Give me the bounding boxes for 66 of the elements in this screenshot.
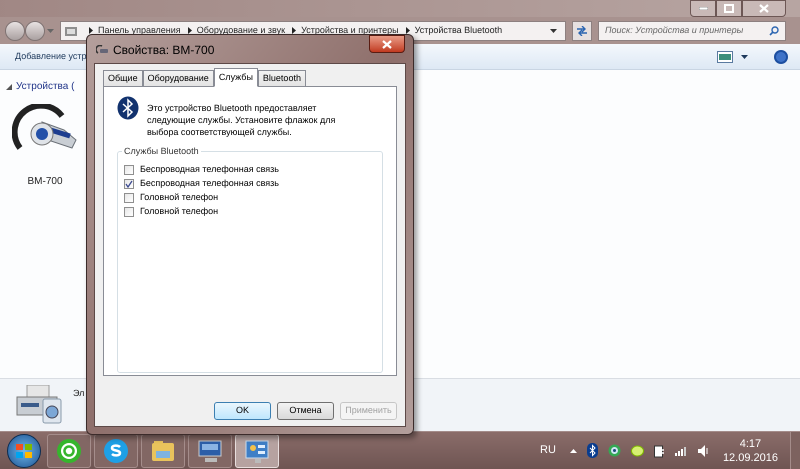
monitor-icon xyxy=(197,438,223,464)
clock-date[interactable]: 12.09.2016 xyxy=(722,450,778,464)
checkbox[interactable] xyxy=(124,207,134,217)
breadcrumb-link[interactable]: Панель управления xyxy=(98,24,181,38)
eye-icon[interactable] xyxy=(608,444,621,457)
dialog-button[interactable]: OK xyxy=(214,402,271,420)
tab[interactable]: Оборудование xyxy=(142,70,214,87)
caret-icon xyxy=(47,28,54,32)
forward-button[interactable] xyxy=(25,20,45,40)
back-button[interactable] xyxy=(5,20,25,40)
close-icon xyxy=(382,40,392,48)
windows-logo-icon xyxy=(16,444,32,458)
checkbox[interactable] xyxy=(124,165,134,175)
checkbox-label[interactable]: Головной телефон xyxy=(140,205,218,219)
view-icon[interactable] xyxy=(717,50,733,62)
dialog-title: Свойства: BM-700 xyxy=(113,42,214,59)
toolbar-button-label[interactable]: Добавление устр xyxy=(15,50,87,64)
description-text: Это устройство Bluetooth предоставляет следующие службы. Установите флажок для выбора соответствующей службы. xyxy=(147,102,336,138)
dialog-button[interactable]: Отмена xyxy=(277,402,334,420)
breadcrumb-link[interactable]: Устройства и принтеры xyxy=(301,24,399,38)
breadcrumb-link[interactable]: Устройства Bluetooth xyxy=(414,24,502,38)
restore-icon xyxy=(724,4,734,13)
restore-button[interactable] xyxy=(716,0,742,17)
device-icon xyxy=(96,45,108,55)
device-label[interactable]: Эл xyxy=(73,387,84,400)
chevron-icon[interactable] xyxy=(188,27,192,34)
taskbar-button[interactable] xyxy=(94,434,138,468)
clock-time[interactable]: 4:17 xyxy=(740,436,762,450)
bluetooth-icon xyxy=(117,96,139,120)
breadcrumb-link[interactable]: Оборудование и звук xyxy=(196,24,286,38)
close-button[interactable] xyxy=(369,35,405,53)
start-button[interactable] xyxy=(7,434,41,468)
refresh-button[interactable] xyxy=(572,20,592,40)
device-label[interactable]: BM-700 xyxy=(27,174,62,189)
search-icon xyxy=(769,26,779,36)
signal-icon[interactable] xyxy=(674,445,688,456)
control-panel-icon xyxy=(244,438,270,464)
bluetooth-icon[interactable] xyxy=(586,443,598,458)
chevron-icon[interactable] xyxy=(89,27,93,34)
tab[interactable]: Bluetooth xyxy=(258,70,306,87)
search-field[interactable]: Поиск: Устройства и принтеры xyxy=(598,20,786,40)
checkbox[interactable] xyxy=(124,193,134,203)
show-hidden-icons-icon[interactable] xyxy=(570,448,577,452)
help-icon[interactable] xyxy=(774,50,788,64)
checkbox-label[interactable]: Беспроводная телефонная связь xyxy=(140,163,279,177)
chevron-icon[interactable] xyxy=(292,27,296,34)
chevron-icon[interactable] xyxy=(406,27,410,34)
taskbar-button[interactable] xyxy=(141,434,185,468)
dropdown-icon[interactable] xyxy=(550,28,557,32)
close-icon xyxy=(759,4,769,13)
group-label: Службы Bluetooth xyxy=(122,145,201,157)
close-button[interactable] xyxy=(742,0,786,17)
minimize-button[interactable] xyxy=(690,0,716,17)
collapse-icon[interactable] xyxy=(6,84,12,90)
caret-icon[interactable] xyxy=(741,54,748,58)
refresh-icon xyxy=(576,26,588,36)
minimize-icon xyxy=(698,7,708,10)
checkbox-label[interactable]: Беспроводная телефонная связь xyxy=(140,177,279,191)
tab[interactable]: Службы xyxy=(214,68,258,87)
language-indicator[interactable]: RU xyxy=(540,442,556,459)
checkbox[interactable] xyxy=(124,179,134,189)
group-header[interactable]: Устройства ( xyxy=(16,79,74,94)
tab[interactable]: Общие xyxy=(103,70,143,87)
checkbox-label[interactable]: Головной телефон xyxy=(140,191,218,205)
speaker-icon[interactable] xyxy=(698,444,709,456)
taskbar-button[interactable] xyxy=(188,434,232,468)
